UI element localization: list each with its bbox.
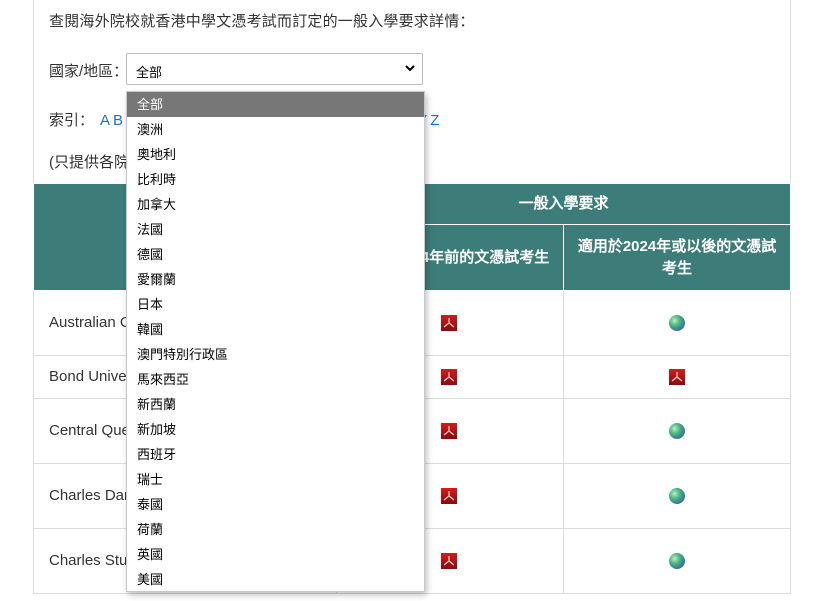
globe-icon[interactable] xyxy=(669,423,686,440)
country-option[interactable]: 全部 xyxy=(127,92,424,117)
country-option[interactable]: 瑞士 xyxy=(127,467,424,492)
requirement-cell xyxy=(563,290,792,356)
country-option[interactable]: 馬來西亞 xyxy=(127,367,424,392)
country-option[interactable]: 德國 xyxy=(127,242,424,267)
country-select[interactable]: 全部 xyxy=(126,53,423,85)
chevron-down-icon xyxy=(405,65,415,72)
pdf-icon[interactable] xyxy=(441,315,458,332)
country-label: 國家/地區： xyxy=(49,63,129,80)
intro-text: 查閱海外院校就香港中學文憑考試而訂定的一般入學要求詳情： xyxy=(49,13,475,30)
requirement-cell xyxy=(563,398,792,464)
pdf-icon[interactable] xyxy=(441,369,458,386)
index-label: 索引： xyxy=(49,112,95,129)
globe-icon[interactable] xyxy=(669,553,686,570)
index-letter-a[interactable]: A xyxy=(100,112,111,129)
country-option[interactable]: 愛爾蘭 xyxy=(127,267,424,292)
country-option[interactable]: 西班牙 xyxy=(127,442,424,467)
country-option[interactable]: 泰國 xyxy=(127,492,424,517)
country-option[interactable]: 新西蘭 xyxy=(127,392,424,417)
country-option[interactable]: 比利時 xyxy=(127,167,424,192)
globe-icon[interactable] xyxy=(669,315,686,332)
index-letter-z[interactable]: Z xyxy=(430,112,440,129)
country-option[interactable]: 美國 xyxy=(127,567,424,592)
header-post-2024: 適用於2024年或以後的文憑試考生 xyxy=(563,224,792,291)
country-option[interactable]: 加拿大 xyxy=(127,192,424,217)
country-option[interactable]: 澳門特別行政區 xyxy=(127,342,424,367)
country-option[interactable]: 奧地利 xyxy=(127,142,424,167)
index-letter-b[interactable]: B xyxy=(113,112,124,129)
pdf-icon[interactable] xyxy=(441,553,458,570)
requirement-cell xyxy=(563,463,792,529)
pdf-icon[interactable] xyxy=(441,423,458,440)
country-option[interactable]: 日本 xyxy=(127,292,424,317)
country-option[interactable]: 法國 xyxy=(127,217,424,242)
globe-icon[interactable] xyxy=(669,488,686,505)
pdf-icon[interactable] xyxy=(441,488,458,505)
country-option[interactable]: 英國 xyxy=(127,542,424,567)
country-option[interactable]: 韓國 xyxy=(127,317,424,342)
country-option[interactable]: 澳洲 xyxy=(127,117,424,142)
country-option[interactable]: 荷蘭 xyxy=(127,517,424,542)
country-option[interactable]: 新加坡 xyxy=(127,417,424,442)
requirement-cell xyxy=(563,528,792,594)
country-dropdown-list[interactable]: 全部 澳洲 奧地利 比利時 加拿大 法國 德國 愛爾蘭 日本 韓國 澳門特別行政區 馬來西亞 新西蘭 新加… xyxy=(126,91,425,592)
country-select-value: 全部 xyxy=(136,65,163,80)
pdf-icon[interactable] xyxy=(669,369,686,386)
requirement-cell xyxy=(563,355,792,399)
